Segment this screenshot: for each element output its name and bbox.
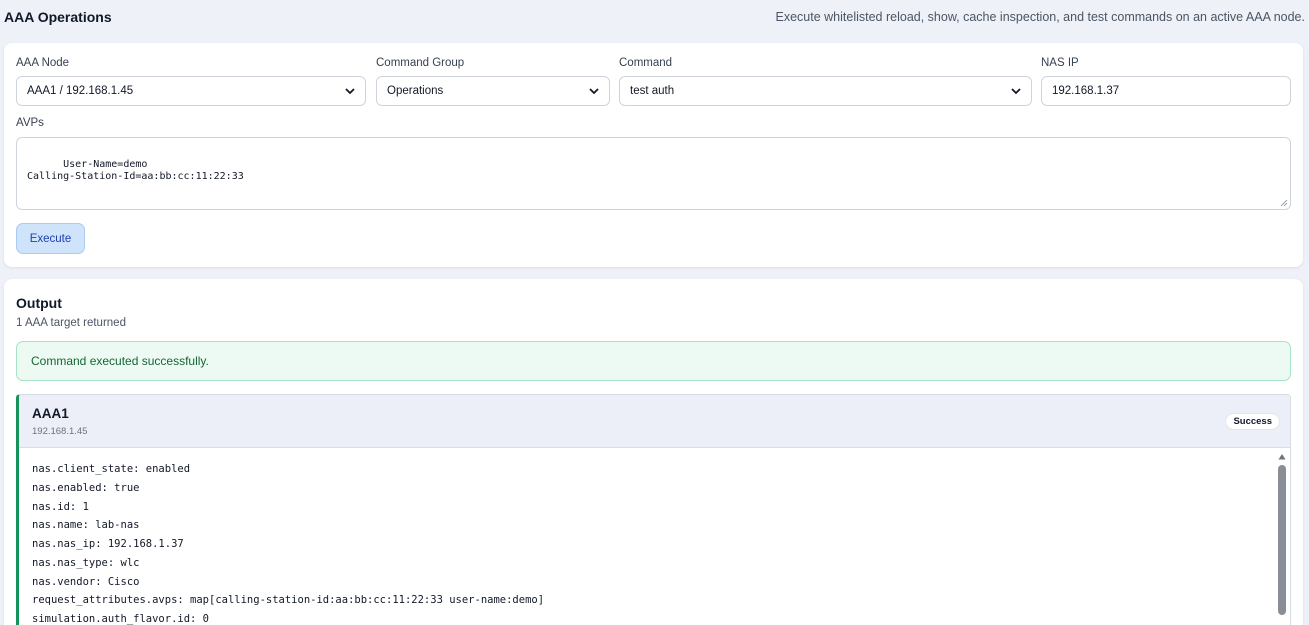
output-line: simulation.auth_flavor.id: 0 (32, 613, 210, 625)
output-line: nas.enabled: true (32, 481, 140, 494)
nas-ip-label: NAS IP (1041, 57, 1079, 69)
output-line: nas.vendor: Cisco (32, 575, 140, 588)
target-name: AAA1 (32, 406, 69, 421)
command-group-select[interactable]: Operations (376, 76, 610, 106)
aaa-node-select-value: AAA1 / 192.168.1.45 (27, 85, 134, 97)
output-line: nas.name: lab-nas (32, 519, 140, 532)
command-form-card: AAA Node AAA1 / 192.168.1.45 Command Gro… (4, 43, 1303, 267)
output-subtitle: 1 AAA target returned (16, 317, 126, 329)
target-header: AAA1 192.168.1.45 Success (19, 395, 1290, 448)
command-output: nas.client_state: enabled nas.enabled: t… (32, 460, 1252, 625)
target-ip: 192.168.1.45 (32, 426, 88, 437)
avps-label: AVPs (16, 117, 44, 129)
output-line: request_attributes.avps: map[calling-sta… (32, 594, 545, 607)
scroll-thumb[interactable] (1278, 465, 1286, 615)
avps-value: User-Name=demo Calling-Station-Id=aa:bb:… (27, 159, 244, 182)
output-line: nas.id: 1 (32, 500, 89, 513)
command-select[interactable]: test auth (619, 76, 1032, 106)
page-subtitle: Execute whitelisted reload, show, cache … (775, 10, 1306, 24)
command-group-select-value: Operations (387, 85, 444, 97)
success-alert: Command executed successfully. (16, 341, 1291, 381)
target-result-panel: AAA1 192.168.1.45 Success nas.client_sta… (16, 394, 1291, 625)
avps-textarea[interactable]: User-Name=demo Calling-Station-Id=aa:bb:… (16, 137, 1291, 210)
execute-button[interactable]: Execute (16, 223, 85, 254)
nas-ip-value: 192.168.1.37 (1052, 85, 1120, 97)
output-scrollbar[interactable] (1276, 451, 1288, 621)
status-badge: Success (1225, 413, 1280, 430)
resize-grip-icon[interactable] (1280, 199, 1288, 207)
nas-ip-input[interactable]: 192.168.1.37 (1041, 76, 1291, 106)
aaa-operations-page: AAA Operations Execute whitelisted reloa… (0, 0, 1309, 625)
chevron-down-icon (1011, 88, 1021, 95)
command-label: Command (619, 57, 673, 69)
scroll-up-icon[interactable] (1278, 453, 1286, 461)
output-line: nas.nas_ip: 192.168.1.37 (32, 538, 184, 550)
aaa-node-label: AAA Node (16, 57, 70, 69)
page-title: AAA Operations (4, 9, 112, 25)
chevron-down-icon (345, 88, 355, 95)
command-group-label: Command Group (376, 57, 465, 69)
output-line: nas.nas_type: wlc (32, 556, 140, 569)
top-bar: AAA Operations Execute whitelisted reloa… (0, 0, 1309, 34)
aaa-node-select[interactable]: AAA1 / 192.168.1.45 (16, 76, 366, 106)
success-alert-text: Command executed successfully. (31, 354, 209, 368)
output-card: Output 1 AAA target returned Command exe… (4, 279, 1303, 625)
output-line: nas.client_state: enabled (32, 463, 191, 475)
command-select-value: test auth (630, 85, 675, 97)
chevron-down-icon (589, 88, 599, 95)
output-title: Output (16, 295, 62, 311)
